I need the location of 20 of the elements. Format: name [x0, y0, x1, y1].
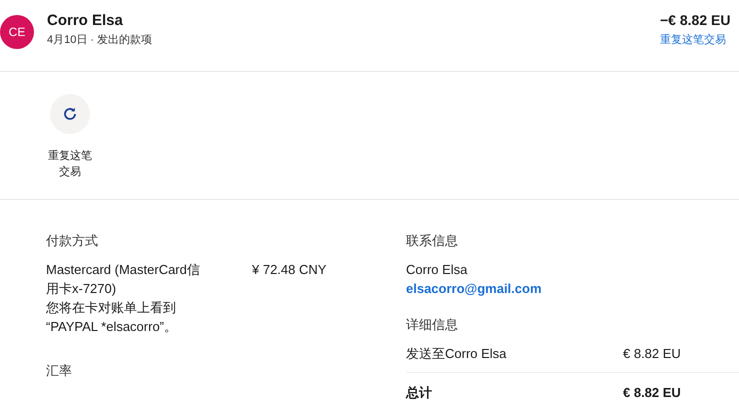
- section-title: 联系信息: [406, 232, 459, 250]
- statement-note: 您将在卡对账单上看到 “PAYPAL *elsacorro”。: [46, 299, 178, 336]
- repeat-link[interactable]: 重复这笔交易: [660, 32, 739, 47]
- payment-amount: ¥ 72.48 CNY: [252, 261, 326, 279]
- total-label: 总计: [406, 384, 433, 402]
- transaction-subtitle: 4月10日 · 发出的款项: [47, 33, 154, 47]
- transaction-amount: −€ 8.82 EU: [660, 12, 732, 28]
- detail-amount: € 8.82 EU: [623, 345, 681, 363]
- repeat-button[interactable]: 重复这笔交易: [45, 94, 95, 180]
- section-title: 付款方式: [46, 232, 99, 250]
- total-amount: € 8.82 EU: [623, 384, 681, 402]
- payment-method: Mastercard (MasterCard信用卡x-7270): [46, 261, 201, 298]
- refresh-icon: [50, 94, 90, 134]
- detail-label: 发送至Corro Elsa: [406, 345, 508, 363]
- avatar: CE: [0, 15, 34, 49]
- email-link[interactable]: elsacorro@gmail.com: [406, 279, 739, 298]
- contact-name: Corro Elsa: [406, 261, 468, 279]
- section-title: 汇率: [46, 362, 73, 380]
- section-title: 详细信息: [406, 316, 459, 334]
- payee-name: Corro Elsa: [47, 12, 124, 29]
